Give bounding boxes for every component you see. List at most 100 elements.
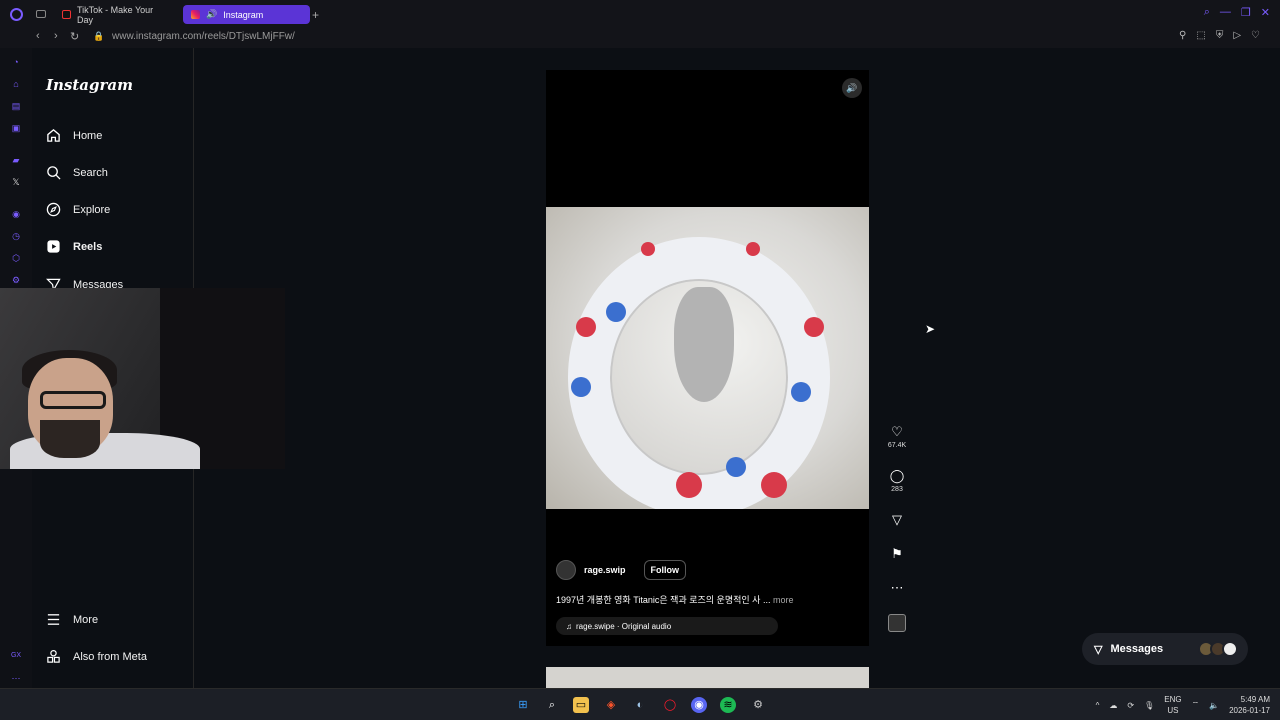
audio-link[interactable]: ♫ rage.swipe · Original audio xyxy=(556,617,778,635)
address-bar[interactable]: www.instagram.com/reels/DTjswLMjFFw/ xyxy=(112,31,295,42)
windows-start-icon[interactable]: ⊞ xyxy=(515,697,531,713)
tray-chevron-icon[interactable]: ^ xyxy=(1096,701,1100,710)
history-icon[interactable]: ◷ xyxy=(10,230,22,242)
language-code: ENG xyxy=(1164,695,1182,704)
brave-icon[interactable]: ◈ xyxy=(603,697,619,713)
tab-label: Instagram xyxy=(223,9,264,20)
twitch-icon[interactable]: ▰ xyxy=(10,154,22,166)
seat-dot xyxy=(804,317,824,337)
nav-label: Also from Meta xyxy=(73,650,147,663)
search-icon xyxy=(46,165,61,180)
language-indicator[interactable]: ENG US xyxy=(1164,694,1181,716)
nav-also-from-meta[interactable]: Also from Meta xyxy=(46,649,147,664)
next-reel-preview[interactable] xyxy=(546,667,869,689)
avatar xyxy=(1222,641,1238,657)
tab-instagram[interactable]: 🔊 Instagram xyxy=(183,5,310,24)
nav-search[interactable]: Search xyxy=(46,165,108,180)
close-icon[interactable]: ✕ xyxy=(1261,6,1270,19)
new-tab-button[interactable]: + xyxy=(312,8,319,22)
spotify-icon[interactable]: ≋ xyxy=(720,697,736,713)
taskbar-search-icon[interactable]: ⌕ xyxy=(544,697,560,713)
gx-icon[interactable]: GX xyxy=(10,650,22,662)
microphone-icon[interactable]: 🎙 xyxy=(1144,701,1154,710)
nav-home[interactable]: Home xyxy=(46,128,102,143)
messages-icon: ▽ xyxy=(1094,643,1103,656)
taskbar: ⊞ ⌕ ▭ ◈ ◐ ◯ ◉ ≋ ⚙ ^ ☁ ⟳ 🎙 ENG US ⌔ 🔈 5:4… xyxy=(0,688,1280,720)
wifi-icon[interactable]: ⌔ xyxy=(1192,700,1200,710)
workspace-icon[interactable]: ▤ xyxy=(10,100,22,112)
heart-bookmark-icon[interactable]: ♡ xyxy=(1251,30,1260,41)
comment-button[interactable]: ◯ 283 xyxy=(886,468,908,493)
snapshot-icon[interactable]: ⬚ xyxy=(1196,30,1205,41)
clock-date: 2026-01-17 xyxy=(1229,706,1270,715)
nav-label: Search xyxy=(73,166,108,179)
volume-tray-icon[interactable]: 🔈 xyxy=(1209,701,1219,710)
system-tray: ^ ☁ ⟳ 🎙 ENG US ⌔ 🔈 5:49 AM 2026-01-17 xyxy=(1096,694,1270,716)
app-icon[interactable]: ⚙ xyxy=(750,697,766,713)
steam-icon[interactable]: ◐ xyxy=(632,697,648,713)
clock[interactable]: 5:49 AM 2026-01-17 xyxy=(1229,694,1270,716)
seat-dot xyxy=(746,242,760,256)
pin-icon[interactable]: ⚲ xyxy=(1179,30,1186,41)
seat-dot xyxy=(676,472,702,498)
instagram-logo[interactable]: Instagram xyxy=(46,76,133,94)
webcam-overlay xyxy=(0,288,285,469)
tab-overview-icon[interactable] xyxy=(36,10,46,18)
nav-explore[interactable]: Explore xyxy=(46,202,110,217)
seat-dot xyxy=(761,472,787,498)
reload-button[interactable]: ↻ xyxy=(70,30,79,43)
home-icon xyxy=(46,128,61,143)
sync-icon[interactable]: ⟳ xyxy=(1127,701,1134,710)
avatar[interactable] xyxy=(556,560,576,580)
shield-icon[interactable]: ⛨ xyxy=(1216,30,1224,41)
reel-author: rage.swip Follow xyxy=(556,560,687,580)
opera-gx-icon[interactable]: ◯ xyxy=(662,697,678,713)
play-icon[interactable]: ▷ xyxy=(1233,30,1241,41)
seat-dot xyxy=(641,242,655,256)
file-explorer-icon[interactable]: ▭ xyxy=(573,697,589,713)
speaker-icon[interactable]: 🔊 xyxy=(206,9,217,20)
forward-button[interactable]: › xyxy=(54,30,58,42)
music-note-icon: ♫ xyxy=(566,621,572,631)
audio-thumbnail[interactable] xyxy=(886,614,908,632)
crypto-wallet-icon[interactable]: ⌂ xyxy=(10,78,22,90)
search-tabs-icon[interactable]: ⌕ xyxy=(1204,6,1210,19)
nav-label: Home xyxy=(73,129,103,142)
nav-more[interactable]: More xyxy=(46,612,98,627)
bookmark-icon: ⚑ xyxy=(891,546,903,561)
tab-tiktok[interactable]: TikTok - Make Your Day xyxy=(54,5,179,25)
follow-button[interactable]: Follow xyxy=(643,560,687,580)
nav-reels[interactable]: Reels xyxy=(46,239,102,254)
like-button[interactable]: ♡ 67.4K xyxy=(886,424,908,449)
player-icon[interactable]: ◉ xyxy=(10,208,22,220)
heart-icon: ♡ xyxy=(891,424,903,439)
share-button[interactable]: ▽ xyxy=(886,512,908,528)
compass-icon xyxy=(46,202,61,217)
lock-icon: 🔒 xyxy=(93,31,105,41)
aria-icon[interactable]: ◔ xyxy=(10,56,22,68)
send-icon: ▽ xyxy=(892,512,902,527)
x-twitter-icon[interactable]: 𝕏 xyxy=(10,176,22,188)
back-button[interactable]: ‹ xyxy=(36,30,40,42)
more-options-button[interactable]: ⋯ xyxy=(886,580,908,596)
reel-video[interactable] xyxy=(546,207,869,509)
caption-more-link[interactable]: more xyxy=(773,595,794,605)
reel-player[interactable]: 🔊 rage.swip Follow 1997년 개봉한 영화 Titanic은… xyxy=(546,70,869,646)
messages-widget[interactable]: ▽ Messages xyxy=(1082,633,1248,665)
volume-icon[interactable]: 🔊 xyxy=(842,78,862,98)
minimize-icon[interactable]: — xyxy=(1220,6,1231,19)
extensions-icon[interactable]: ⬡ xyxy=(10,252,22,264)
tab-bar: TikTok - Make Your Day 🔊 Instagram + ⌕ —… xyxy=(0,0,1280,28)
more-sidebar-icon[interactable]: ⋯ xyxy=(10,672,22,684)
save-button[interactable]: ⚑ xyxy=(886,546,908,562)
comment-icon: ◯ xyxy=(889,468,905,483)
messenger-icon[interactable]: ▣ xyxy=(10,122,22,134)
onedrive-icon[interactable]: ☁ xyxy=(1109,701,1117,710)
menu-icon xyxy=(46,612,61,627)
maximize-icon[interactable]: ❐ xyxy=(1241,6,1251,19)
discord-icon[interactable]: ◉ xyxy=(691,697,707,713)
settings-icon[interactable]: ⚙ xyxy=(10,274,22,286)
opera-logo-icon[interactable] xyxy=(10,8,23,21)
region-code: US xyxy=(1167,706,1179,715)
username[interactable]: rage.swip xyxy=(584,565,626,575)
